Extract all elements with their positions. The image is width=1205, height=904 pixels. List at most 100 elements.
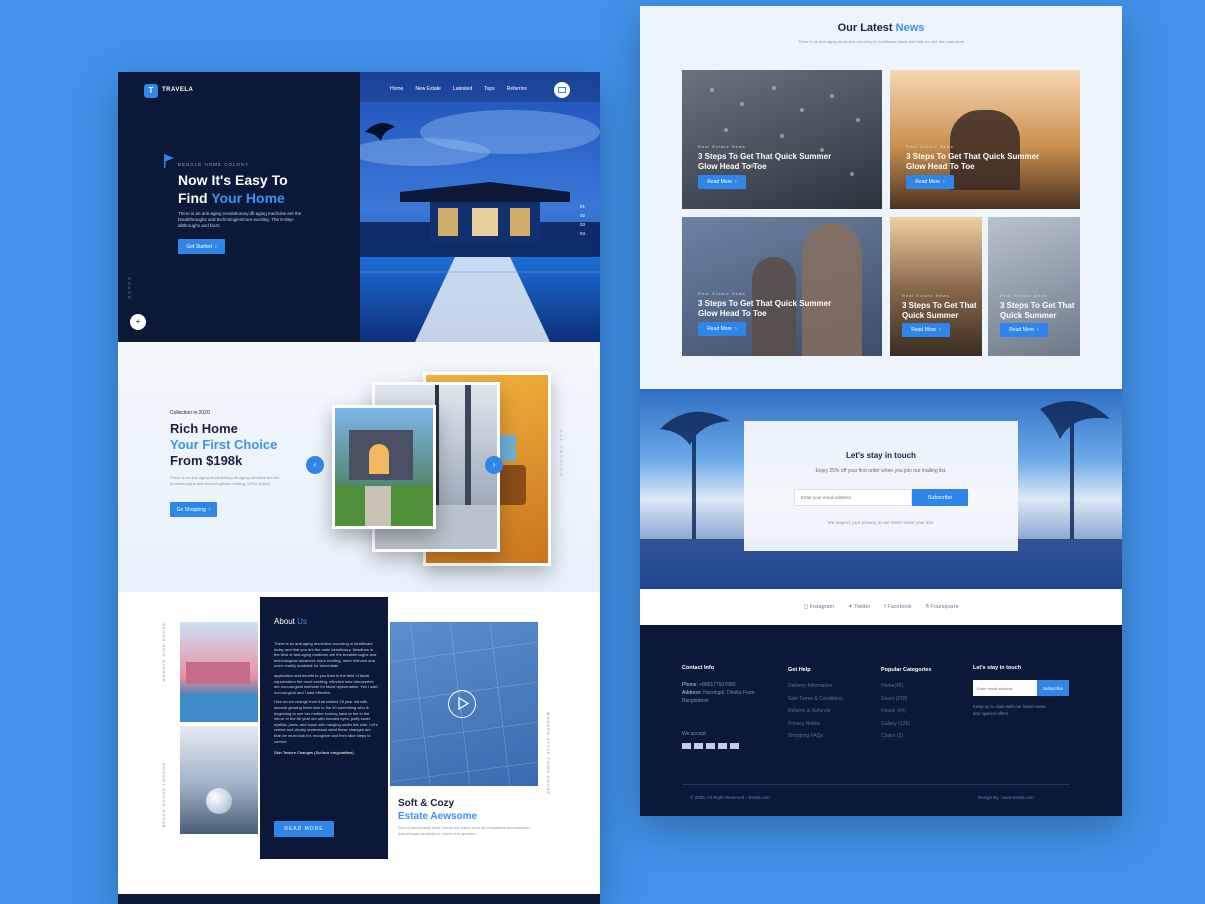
news-card-title[interactable]: 3 Steps To Get That Quick Summer Glow He… [698,299,838,319]
news-tag: Real Estate News [1000,293,1048,298]
collection-description: There is an anti-aging revolutionary.dfi… [170,475,280,486]
about-body: There is an anti-aging revolution occurr… [274,641,378,756]
read-more-label: Read More [707,326,733,332]
category-link[interactable]: Gallery (129) [881,718,931,731]
read-more-button[interactable]: Read More › [698,322,746,336]
slide-03[interactable]: 03 [580,220,585,229]
pebble-photo [180,726,258,834]
about-title-accent: Us [297,617,307,626]
nav-referrins[interactable]: Referrins [507,86,527,92]
slide-04[interactable]: 04 [580,229,585,238]
twitter-label: Twitter [854,604,871,610]
read-more-button[interactable]: Read More › [1000,323,1048,337]
footer-help: Get Help Delivery Information Sale Terms… [788,665,843,743]
nav-new-estate[interactable]: New Estate [415,86,441,92]
footer-subscribe-button[interactable]: Subscribe [1037,680,1069,696]
category-link[interactable]: House (64) [881,705,931,718]
news-card[interactable]: Real Estate News 3 Steps To Get That Qui… [682,217,882,356]
read-more-button[interactable]: Read More › [906,175,954,189]
design-credit[interactable]: Design By : www.tembi.com [978,795,1034,800]
paypal-icon [706,743,715,749]
newsletter-email-input[interactable] [794,489,912,506]
footer-email-input[interactable] [973,680,1037,696]
news-card[interactable]: Real Estate News 3 Steps To Get That Qui… [988,217,1080,356]
twitter-icon: ✦ [848,604,853,610]
next-arrow-icon[interactable]: › [485,456,503,474]
category-link[interactable]: Home(45) [881,680,931,693]
read-more-button[interactable]: Read More › [698,175,746,189]
arrow-right-icon: › [735,179,737,185]
phone-value[interactable]: +880177917683 [699,682,735,688]
mastercard-icon [694,743,703,749]
social-twitter[interactable]: ✦ Twitter [848,604,870,610]
nav-latested[interactable]: Latested [453,86,472,92]
cart-icon[interactable] [554,82,570,98]
side-label-bottom: BEACH HOUSE LONDON [161,762,166,828]
discover-icon [730,743,739,749]
slide-indicators: 01 02 03 04 [580,202,585,238]
help-link[interactable]: Delivery Information [788,680,843,693]
prev-arrow-icon[interactable]: ‹ [306,456,324,474]
copyright: © 2020, All Right Reserved - Tembi.com [690,795,770,800]
news-title-text: Our Latest [837,22,896,34]
newsletter-title: Let's stay in touch [846,451,916,460]
go-shopping-label: Go Shopping [176,506,206,513]
news-card-title[interactable]: 3 Steps To Get That Quick Summer Glow He… [698,152,838,172]
brand-name[interactable]: TRAVELA [162,87,193,93]
go-shopping-button[interactable]: Go Shopping › [170,502,217,517]
slide-01[interactable]: 01 [580,202,585,211]
side-label-right: MODERN STYLE TOWN HOUSE [546,712,551,796]
news-page-mockup: Our Latest News There is an anti-aging r… [640,6,1122,816]
collection-title-2: Your First Choice [170,437,278,452]
collection-vertical-label: ALL FASHION [559,430,564,478]
news-card-title[interactable]: 3 Steps To Get That Quick Summer Glow He… [1000,301,1076,321]
nav-home[interactable]: Home [390,86,403,92]
help-link[interactable]: Shopping FAQs [788,730,843,743]
social-foursquare[interactable]: ꟼ Foursquare [926,604,959,610]
news-tag: Real Estate News [902,293,950,298]
read-more-label: Read More [1009,327,1035,333]
read-more-button[interactable]: READ MORE [274,821,334,837]
newsletter-subtitle: Enjoy 25% off your first order when you … [815,468,947,474]
news-tag: Real Estate News [698,144,746,149]
social-instagram[interactable]: ◻ Instagram [803,604,834,610]
news-card-title[interactable]: 3 Steps To Get That Quick Summer Glow He… [902,301,978,321]
footer-subscribe-form: Subscribe [973,680,1083,696]
slide-02[interactable]: 02 [580,211,585,220]
news-title: Our Latest News [640,22,1122,34]
flag-icon [164,154,174,168]
touch-title: Let's stay in touch [973,665,1022,671]
nav-tops[interactable]: Tops [484,86,495,92]
help-link[interactable]: Sale Terms & Conditions [788,693,843,706]
get-started-button[interactable]: Get Started › [178,239,225,254]
arrow-right-icon: › [939,327,941,333]
social-facebook[interactable]: f Facebook [884,604,911,610]
news-card[interactable]: Real Estate News 3 Steps To Get That Qui… [682,70,882,209]
news-card[interactable]: Real Estate News 3 Steps To Get That Qui… [890,217,982,356]
help-link[interactable]: Privacy Notice [788,718,843,731]
arrow-right-icon: › [208,506,211,513]
nav-bar: Home New Estate Latested Tops Referrins [360,72,600,102]
get-started-label: Get Started [186,243,212,250]
hero-title: Now It's Easy To Find Your Home [178,171,288,207]
subscribe-button[interactable]: Subscribe [912,489,968,506]
address-label: Address: [682,690,702,696]
about-section: MOHAVE SIDE HOUSE BEACH HOUSE LONDON Abo… [118,592,600,892]
category-link[interactable]: Chairs (3) [881,730,931,743]
help-link[interactable]: Returns & Refunds [788,705,843,718]
landing-page-mockup: T TRAVELA Home New Estate Latested Tops … [118,72,600,904]
read-more-button[interactable]: Read More › [902,323,950,337]
hero-section: T TRAVELA Home New Estate Latested Tops … [118,72,600,342]
arrow-right-icon: › [735,326,737,332]
foursquare-icon: ꟼ [925,604,929,610]
category-link[interactable]: Doors (278) [881,693,931,706]
logo-icon: T [144,84,158,98]
play-icon[interactable] [448,690,476,718]
soft-title-line2: Estate Aewsome [398,811,478,822]
read-more-label: Read More [911,327,937,333]
news-card[interactable]: Real Estate News 3 Steps To Get That Qui… [890,70,1080,209]
share-icon[interactable]: + [130,314,146,330]
hero-title-line1: Now It's Easy To [178,172,288,188]
footer-categories: Popular Categories Home(45) Doors (278) … [881,665,931,743]
news-card-title[interactable]: 3 Steps To Get That Quick Summer Glow He… [906,152,1046,172]
